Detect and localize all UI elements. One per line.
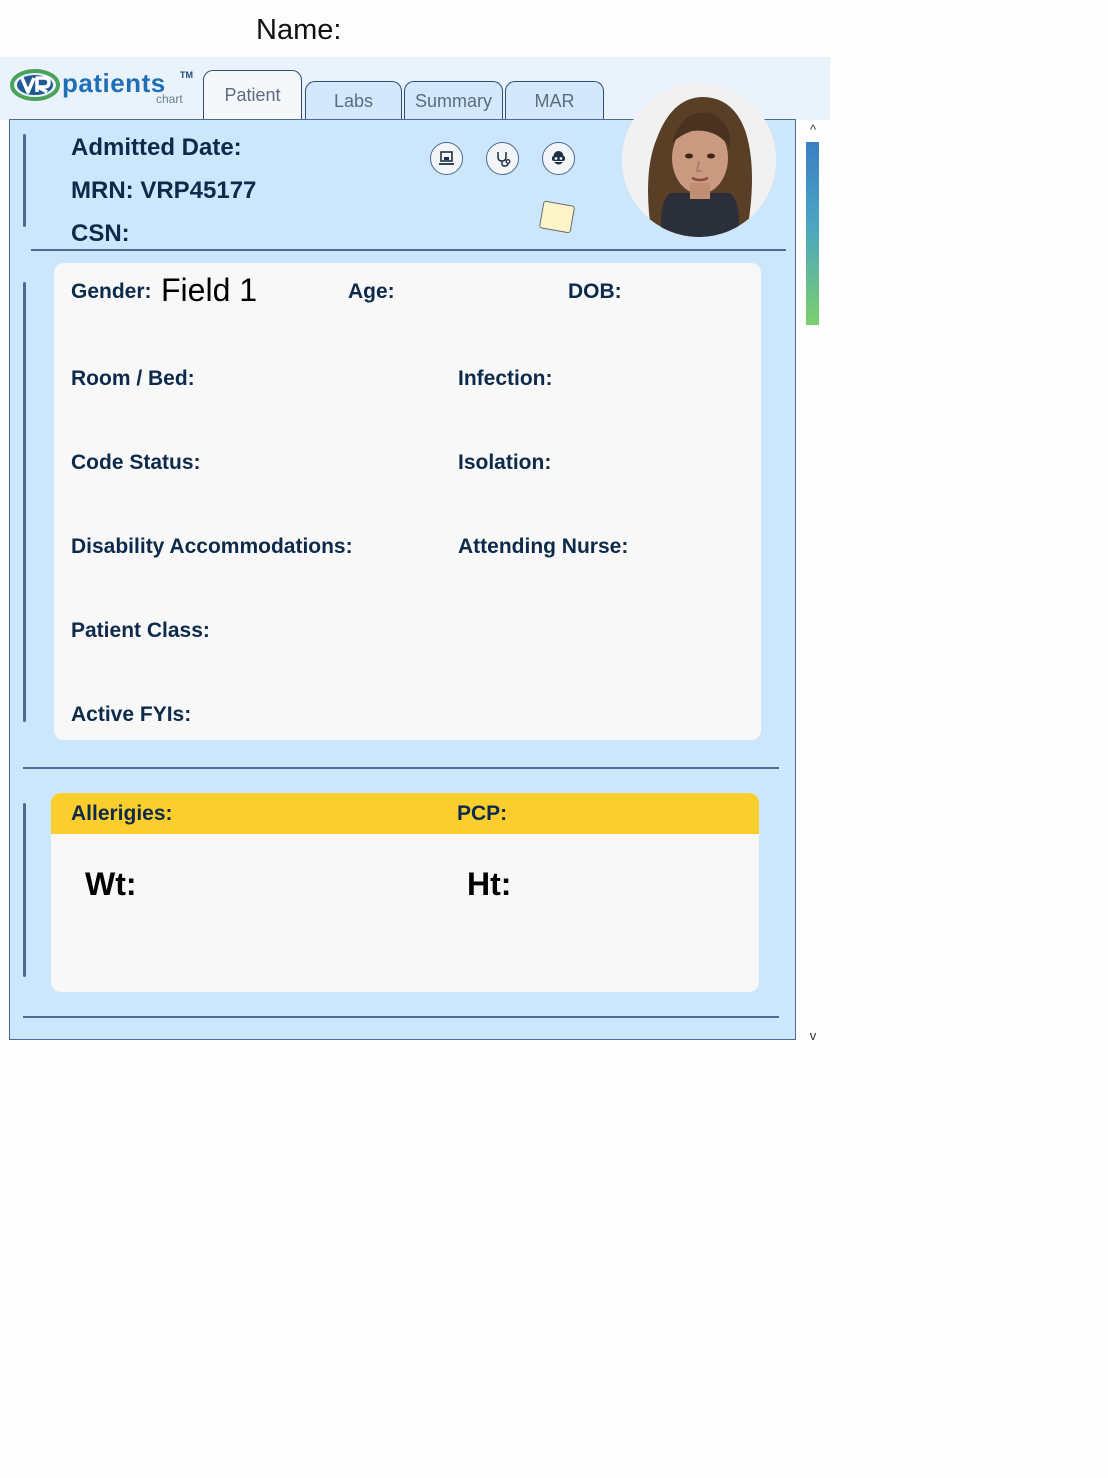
logo-subtitle: chart [156, 92, 183, 106]
vr-patients-logo: patients TM chart [10, 68, 200, 110]
code-status-label: Code Status: [71, 451, 201, 474]
csn-label: CSN: [71, 220, 130, 247]
vitals-accent-bar [23, 803, 26, 977]
header-accent-bar [23, 134, 26, 227]
infection-label: Infection: [458, 367, 553, 390]
attending-nurse-label: Attending Nurse: [458, 535, 629, 558]
isolation-label: Isolation: [458, 451, 552, 474]
laptop-icon[interactable] [430, 142, 463, 175]
name-label: Name: [256, 14, 342, 46]
scrollbar-thumb[interactable] [806, 142, 819, 325]
vr-headset-icon-glyph [552, 151, 565, 165]
dob-label: DOB: [568, 280, 622, 303]
stethoscope-icon[interactable] [486, 142, 519, 175]
patient-details-card [54, 263, 761, 740]
room-bed-label: Room / Bed: [71, 367, 195, 390]
pcp-label: PCP: [457, 802, 508, 825]
scroll-down-arrow[interactable]: v [806, 1028, 820, 1043]
logo-brand-text: patients [62, 68, 166, 98]
sticky-note-icon[interactable] [538, 200, 576, 234]
logo-tm: TM [180, 70, 193, 80]
page-root: Name: patients TM chart Patient Labs Sum… [0, 0, 1108, 1478]
header-divider [31, 249, 786, 251]
patient-avatar [622, 83, 776, 237]
gender-value-field[interactable]: Field 1 [161, 272, 257, 309]
disability-accommodations-label: Disability Accommodations: [71, 535, 353, 558]
patient-portrait-icon [622, 83, 776, 237]
admitted-date-label: Admitted Date: [71, 134, 242, 161]
weight-label: Wt: [85, 866, 137, 902]
gender-label: Gender: [71, 280, 152, 303]
tab-patient[interactable]: Patient [203, 70, 302, 120]
age-label: Age: [348, 280, 395, 303]
tab-mar[interactable]: MAR [505, 81, 604, 121]
laptop-icon-glyph [439, 151, 454, 165]
vitals-divider [23, 1016, 779, 1018]
tab-labs[interactable]: Labs [305, 81, 402, 121]
allergies-label: Allerigies: [71, 802, 173, 825]
mrn-label: MRN: VRP45177 [71, 177, 257, 204]
vr-logo-icon [10, 69, 60, 101]
height-label: Ht: [467, 866, 512, 902]
stethoscope-icon-glyph [496, 151, 510, 167]
scroll-up-arrow[interactable]: ^ [806, 122, 820, 137]
tab-summary[interactable]: Summary [404, 81, 503, 121]
vr-headset-icon[interactable] [542, 142, 575, 175]
details-divider [23, 767, 779, 769]
active-fyis-label: Active FYIs: [71, 703, 192, 726]
patient-class-label: Patient Class: [71, 619, 210, 642]
details-accent-bar [23, 282, 26, 722]
